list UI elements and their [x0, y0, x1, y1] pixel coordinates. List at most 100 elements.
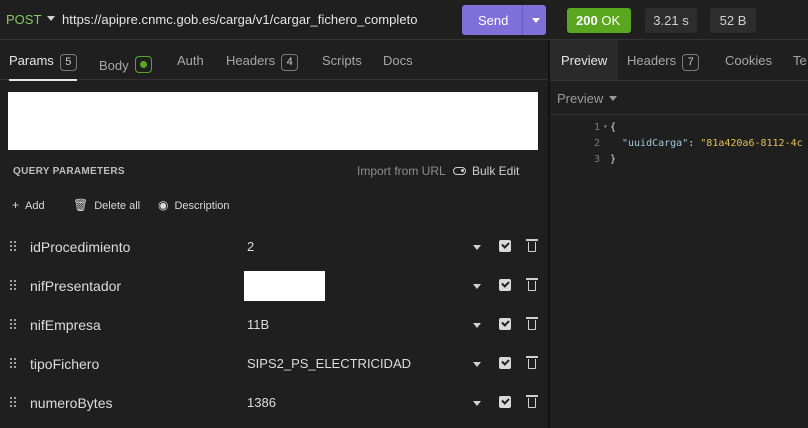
- tab-scripts[interactable]: Scripts: [322, 40, 362, 80]
- tab-params[interactable]: Params 5: [9, 40, 77, 81]
- trash-icon: 🗑: [73, 198, 89, 212]
- delete-param-trash-icon[interactable]: [526, 356, 538, 369]
- toggle-icon: [453, 167, 466, 175]
- delete-param-trash-icon[interactable]: [526, 317, 538, 330]
- code-text: "uuidCarga": "81a420a6-8112-4c: [622, 138, 803, 149]
- tab-cookies[interactable]: Cookies: [725, 40, 772, 80]
- request-panel: Params 5 Body Auth Headers 4 Scripts Docs …: [0, 40, 548, 428]
- tab-docs[interactable]: Docs: [383, 40, 413, 80]
- preview-mode-dropdown[interactable]: Preview: [557, 91, 618, 106]
- code-text: {: [610, 122, 617, 133]
- description-toggle-button[interactable]: ◉ Description: [158, 198, 230, 212]
- body-active-dot-icon: [134, 56, 152, 73]
- param-actions: + Add 🗑 Delete all ◉ Description: [0, 192, 548, 220]
- tab-response-headers-label: Headers: [627, 53, 677, 68]
- code-line: 1 ▾ {: [550, 122, 808, 138]
- query-parameters-title: QUERY PARAMETERS: [13, 166, 125, 177]
- tab-preview-label: Preview: [561, 53, 608, 68]
- param-name-input[interactable]: nifPresentador: [30, 278, 121, 294]
- param-options-chevron-down-icon[interactable]: [473, 401, 481, 406]
- param-options-chevron-down-icon[interactable]: [473, 284, 481, 289]
- param-name-input[interactable]: idProcedimiento: [30, 239, 130, 255]
- drag-handle-icon[interactable]: [10, 241, 18, 253]
- url-preview-box: [8, 92, 538, 150]
- tab-cookies-label: Cookies: [725, 53, 772, 68]
- drag-handle-icon[interactable]: [10, 397, 18, 409]
- tab-preview[interactable]: Preview: [550, 40, 619, 80]
- drag-handle-icon[interactable]: [10, 358, 18, 370]
- status-code: 200: [576, 13, 598, 28]
- tab-docs-label: Docs: [383, 53, 413, 68]
- description-label: Description: [174, 200, 230, 212]
- param-options-chevron-down-icon[interactable]: [473, 323, 481, 328]
- param-options-chevron-down-icon[interactable]: [473, 362, 481, 367]
- json-separator: :: [688, 138, 701, 149]
- response-time-badge: 3.21 s: [645, 8, 697, 33]
- code-text: }: [610, 154, 617, 165]
- headers-count-badge: 4: [281, 54, 299, 71]
- param-name-input[interactable]: tipoFichero: [30, 356, 99, 372]
- param-enabled-checkbox[interactable]: [499, 279, 511, 291]
- response-headers-count-badge: 7: [682, 54, 700, 71]
- tab-headers[interactable]: Headers 4: [226, 40, 299, 80]
- tab-headers-label: Headers: [226, 53, 276, 68]
- code-line: 3 }: [550, 154, 808, 170]
- method-selector[interactable]: POST: [6, 12, 41, 27]
- status-text: OK: [601, 13, 621, 28]
- preview-toolbar: Preview: [550, 81, 808, 115]
- add-param-label: Add: [25, 200, 45, 212]
- delete-all-button[interactable]: 🗑 Delete all: [73, 198, 140, 212]
- param-name-input[interactable]: numeroBytes: [30, 395, 112, 411]
- tab-params-label: Params: [9, 53, 54, 68]
- delete-param-trash-icon[interactable]: [526, 239, 538, 252]
- param-value-input[interactable]: 2: [247, 239, 254, 254]
- json-string-value: "81a420a6-8112-4c: [700, 138, 803, 149]
- param-enabled-checkbox[interactable]: [499, 318, 511, 330]
- param-row: nifPresentador: [0, 266, 548, 305]
- param-value-input[interactable]: SIPS2_PS_ELECTRICIDAD: [247, 356, 411, 371]
- send-options-chevron-down-icon[interactable]: [532, 18, 540, 23]
- param-row: idProcedimiento 2: [0, 227, 548, 266]
- url-input[interactable]: https://apipre.cnmc.gob.es/carga/v1/carg…: [62, 12, 418, 27]
- line-number: 2: [593, 138, 600, 149]
- delete-all-label: Delete all: [94, 200, 141, 212]
- tab-body-label: Body: [99, 58, 129, 73]
- param-value-input[interactable]: 1386: [247, 395, 276, 410]
- drag-handle-icon[interactable]: [10, 319, 18, 331]
- param-row: tipoFichero SIPS2_PS_ELECTRICIDAD: [0, 344, 548, 383]
- bulk-edit-button[interactable]: Bulk Edit: [453, 164, 519, 178]
- tab-auth[interactable]: Auth: [177, 40, 204, 80]
- send-button[interactable]: Send: [462, 5, 546, 35]
- add-param-button[interactable]: + Add: [12, 198, 45, 212]
- param-value-input[interactable]: 11B: [247, 317, 269, 332]
- delete-param-trash-icon[interactable]: [526, 278, 538, 291]
- import-from-url-button[interactable]: Import from URL: [357, 164, 446, 178]
- preview-mode-label: Preview: [557, 91, 604, 106]
- tab-body[interactable]: Body: [99, 40, 152, 80]
- code-line: 2 "uuidCarga": "81a420a6-8112-4c: [550, 138, 808, 154]
- tab-timeline-label: Te: [793, 53, 807, 68]
- response-size-badge: 52 B: [710, 8, 756, 33]
- status-badge: 200 OK: [567, 8, 631, 33]
- param-value-input[interactable]: [244, 271, 325, 301]
- param-enabled-checkbox[interactable]: [499, 357, 511, 369]
- tab-auth-label: Auth: [177, 53, 204, 68]
- line-number: 1: [593, 122, 600, 133]
- tab-response-headers[interactable]: Headers 7: [627, 40, 700, 80]
- bulk-edit-label: Bulk Edit: [472, 164, 520, 178]
- param-enabled-checkbox[interactable]: [499, 396, 511, 408]
- tab-timeline[interactable]: Te: [793, 40, 807, 80]
- request-tabs: Params 5 Body Auth Headers 4 Scripts Docs: [0, 40, 548, 81]
- plus-icon: +: [12, 198, 20, 212]
- param-options-chevron-down-icon[interactable]: [473, 245, 481, 250]
- delete-param-trash-icon[interactable]: [526, 395, 538, 408]
- tab-scripts-label: Scripts: [322, 53, 362, 68]
- chevron-down-icon: [609, 96, 618, 101]
- param-enabled-checkbox[interactable]: [499, 240, 511, 252]
- param-row: numeroBytes 1386: [0, 383, 548, 422]
- drag-handle-icon[interactable]: [10, 280, 18, 292]
- param-name-input[interactable]: nifEmpresa: [30, 317, 101, 333]
- method-chevron-down-icon[interactable]: [47, 16, 55, 21]
- fold-chevron-icon[interactable]: ▾: [603, 122, 608, 131]
- line-number: 3: [593, 154, 600, 165]
